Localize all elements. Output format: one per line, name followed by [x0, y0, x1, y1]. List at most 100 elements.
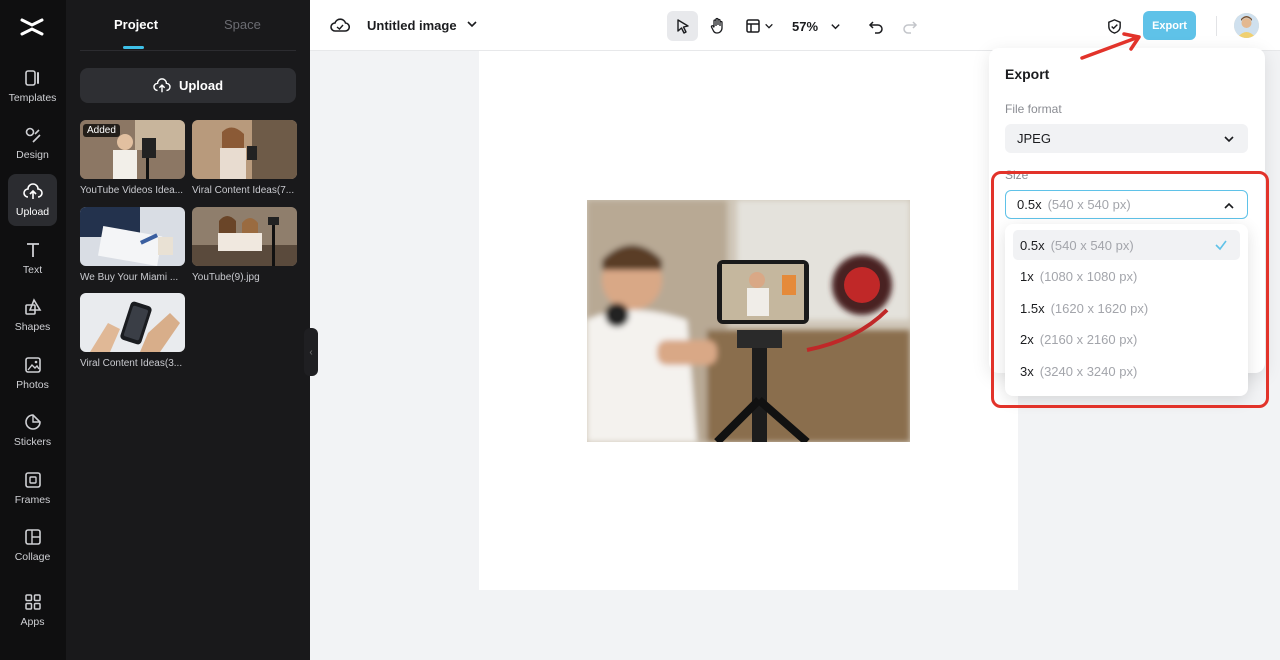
rail-item-stickers[interactable]: Stickers	[8, 404, 57, 456]
chevron-down-icon	[764, 23, 773, 29]
rail-label: Text	[22, 264, 43, 276]
select-tool-button[interactable]	[667, 11, 698, 41]
left-rail: Templates Design Upload Text Shapes Phot…	[0, 0, 66, 660]
asset-item[interactable]: Added YouTube Videos Idea...	[80, 120, 185, 196]
size-option-px: (2160 x 2160 px)	[1039, 331, 1138, 347]
stickers-icon	[23, 412, 43, 432]
tab-space[interactable]: Space	[224, 17, 261, 32]
rail-item-apps[interactable]: Apps	[8, 584, 57, 636]
panel-tabs: Project Space	[80, 0, 296, 51]
panel-collapse-handle[interactable]: ‹	[304, 328, 318, 376]
rail-item-frames[interactable]: Frames	[8, 462, 57, 514]
asset-name: Viral Content Ideas(7...	[192, 185, 295, 196]
size-select-value: 0.5x	[1017, 197, 1042, 212]
asset-name: YouTube(9).jpg	[192, 272, 260, 283]
active-tab-indicator	[123, 46, 144, 49]
rail-item-upload[interactable]: Upload	[8, 174, 57, 226]
asset-thumbnail: Added	[80, 120, 185, 179]
avatar[interactable]	[1234, 13, 1259, 38]
file-format-label: File format	[1005, 102, 1062, 116]
rail-item-text[interactable]: Text	[8, 232, 57, 284]
frames-icon	[23, 470, 43, 490]
size-option-px: (540 x 540 px)	[1050, 237, 1134, 253]
export-button[interactable]: Export	[1143, 11, 1196, 40]
layout-menu-button[interactable]	[740, 11, 778, 41]
copyright-check-button[interactable]	[1100, 11, 1128, 41]
rail-item-templates[interactable]: Templates	[8, 60, 57, 112]
redo-icon	[903, 21, 918, 34]
file-format-value: JPEG	[1017, 131, 1051, 146]
asset-name: Viral Content Ideas(3...	[80, 358, 183, 369]
upload-button[interactable]: Upload	[80, 68, 296, 103]
asset-thumbnail	[192, 120, 297, 179]
asset-item[interactable]: Viral Content Ideas(7...	[192, 120, 297, 196]
chevron-down-icon	[1224, 136, 1234, 143]
asset-thumbnail	[192, 207, 297, 266]
rail-item-photos[interactable]: Photos	[8, 347, 57, 399]
document-title[interactable]: Untitled image	[367, 18, 457, 33]
size-option-scale: 3x	[1020, 363, 1034, 379]
size-option[interactable]: 1x (1080 x 1080 px)	[1013, 261, 1240, 291]
cloud-save-icon[interactable]	[330, 16, 350, 34]
rail-label: Collage	[14, 551, 51, 563]
size-option[interactable]: 2x (2160 x 2160 px)	[1013, 324, 1240, 354]
rail-label: Design	[16, 149, 49, 161]
undo-button[interactable]	[862, 11, 890, 41]
rail-item-design[interactable]: Design	[8, 117, 57, 169]
export-panel-title: Export	[1005, 66, 1050, 82]
upload-button-label: Upload	[178, 78, 224, 93]
hand-icon	[710, 17, 723, 34]
asset-name: We Buy Your Miami ...	[80, 272, 179, 283]
size-select-px: (540 x 540 px)	[1047, 197, 1131, 212]
top-toolbar: Untitled image 57% Export	[310, 0, 1280, 51]
tab-project[interactable]: Project	[114, 17, 158, 32]
file-format-select[interactable]: JPEG	[1005, 124, 1248, 153]
rail-label: Shapes	[14, 321, 51, 333]
upload-cloud-icon	[153, 77, 171, 92]
rail-label: Apps	[20, 616, 45, 628]
size-label: Size	[1005, 168, 1029, 182]
size-option-px: (1080 x 1080 px)	[1039, 268, 1138, 284]
asset-thumbnail	[80, 293, 185, 352]
design-icon	[23, 125, 43, 145]
collage-icon	[23, 527, 43, 547]
asset-item[interactable]: Viral Content Ideas(3...	[80, 293, 185, 369]
size-option-scale: 0.5x	[1020, 237, 1045, 253]
rail-item-shapes[interactable]: Shapes	[8, 289, 57, 341]
rail-label: Stickers	[13, 436, 52, 448]
asset-item[interactable]: YouTube(9).jpg	[192, 207, 297, 283]
capcut-logo-icon[interactable]	[19, 14, 45, 40]
size-option[interactable]: 0.5x (540 x 540 px)	[1013, 230, 1240, 260]
shield-check-icon	[1107, 18, 1121, 34]
apps-icon	[23, 592, 43, 612]
toolbar-divider	[1216, 16, 1217, 36]
size-option[interactable]: 1.5x (1620 x 1620 px)	[1013, 293, 1240, 323]
size-option-scale: 2x	[1020, 331, 1034, 347]
asset-item[interactable]: We Buy Your Miami ...	[80, 207, 185, 283]
rail-label: Upload	[15, 206, 50, 218]
canvas-image[interactable]	[587, 200, 910, 442]
rail-label: Frames	[14, 494, 51, 506]
chevron-up-icon	[1224, 202, 1234, 209]
chevron-down-icon[interactable]	[466, 18, 478, 30]
project-panel: Project Space Upload Added YouTube Video…	[66, 0, 310, 660]
zoom-level: 57%	[792, 18, 819, 34]
size-option-scale: 1x	[1020, 268, 1034, 284]
rail-item-collage[interactable]: Collage	[8, 519, 57, 571]
redo-button[interactable]	[896, 11, 924, 41]
size-option[interactable]: 3x (3240 x 3240 px)	[1013, 356, 1240, 386]
asset-thumbnail	[80, 207, 185, 266]
zoom-control[interactable]: 57%	[786, 11, 852, 41]
hand-tool-button[interactable]	[703, 11, 733, 41]
rail-label: Photos	[16, 379, 49, 391]
rail-label: Templates	[8, 92, 57, 104]
upload-cloud-icon	[22, 182, 43, 202]
photos-icon	[23, 355, 43, 375]
text-icon	[23, 240, 43, 260]
asset-name: YouTube Videos Idea...	[80, 185, 184, 196]
pointer-icon	[676, 19, 689, 34]
size-option-scale: 1.5x	[1020, 300, 1045, 316]
check-icon	[1215, 240, 1227, 251]
size-select[interactable]: 0.5x (540 x 540 px)	[1005, 190, 1248, 219]
added-badge: Added	[83, 124, 120, 137]
